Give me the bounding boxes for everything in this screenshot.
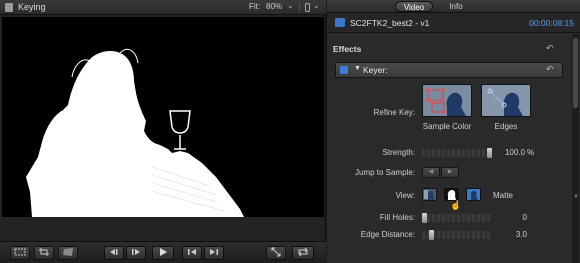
transport-bar [0, 241, 326, 263]
edge-distance-value[interactable]: 3.0 [497, 230, 527, 239]
inspector-scrollbar[interactable]: ▼ [572, 34, 579, 263]
edges-button[interactable] [481, 84, 531, 117]
switch-chevron-down-icon[interactable]: ⌄ [313, 1, 320, 10]
viewer-title-bar: Keying Fit: 80% ⌄ ⌄ [0, 0, 326, 15]
inspector-body: Effects ↶ ▼ Keyer: ↶ Refine Key: Sample … [327, 34, 571, 263]
view-label: View: [395, 191, 415, 200]
play-icon[interactable] [152, 246, 174, 260]
strength-slider[interactable] [422, 148, 492, 158]
scrollbar-thumb[interactable] [573, 38, 578, 108]
fullscreen-icon[interactable] [266, 246, 286, 260]
strength-slider-knob[interactable] [487, 148, 492, 158]
tab-info[interactable]: Info [441, 1, 471, 12]
keyer-effect-header[interactable]: ▼ Keyer: ↶ [335, 62, 563, 78]
viewer-overlay-icon[interactable] [10, 246, 30, 260]
mouse-cursor-icon: ☝ [450, 200, 462, 210]
sample-color-button[interactable] [422, 84, 472, 117]
edge-distance-label: Edge Distance: [360, 230, 415, 239]
inspector-panel: Video Info SC2FTK2_best2 - v1 00:00:08:1… [327, 0, 580, 263]
go-to-start-icon[interactable] [182, 246, 202, 260]
previous-frame-icon[interactable] [104, 246, 124, 260]
viewer-canvas[interactable] [2, 17, 324, 217]
keyer-reset-icon[interactable]: ↶ [546, 64, 554, 75]
sample-color-caption: Sample Color [422, 122, 472, 131]
refine-key-label: Refine Key: [373, 108, 415, 117]
edge-distance-slider[interactable] [422, 230, 492, 240]
disclosure-triangle-icon[interactable]: ▼ [354, 65, 361, 72]
clip-timecode: 00:00:08:15 [529, 18, 574, 28]
strength-label: Strength: [382, 148, 415, 157]
jump-next-sample-button[interactable]: ▶ [441, 167, 459, 178]
fill-holes-value[interactable]: 0 [497, 213, 527, 222]
inspector-tab-bar: Video Info [327, 0, 580, 13]
matte-image [2, 17, 324, 217]
loop-icon[interactable] [292, 246, 314, 260]
strength-unit: % [527, 148, 535, 157]
edges-caption: Edges [494, 122, 518, 131]
film-clip-icon [335, 18, 345, 27]
strength-value[interactable]: 100.0 [495, 148, 525, 157]
view-selected-label: Matte [493, 191, 514, 200]
divider [299, 3, 300, 12]
clip-name: SC2FTK2_best2 - v1 [350, 18, 430, 28]
fit-zoom-value[interactable]: 80% [266, 2, 282, 11]
fit-label: Fit: [249, 2, 261, 11]
document-icon [5, 3, 13, 12]
effects-reset-icon[interactable]: ↶ [546, 43, 554, 54]
jump-to-sample-label: Jump to Sample: [354, 168, 415, 177]
effects-heading: Effects [333, 44, 362, 54]
next-frame-icon[interactable] [126, 246, 146, 260]
fit-chevron-down-icon[interactable]: ⌄ [287, 1, 294, 10]
clip-header: SC2FTK2_best2 - v1 00:00:08:15 [327, 13, 580, 33]
scroll-down-icon[interactable]: ▼ [573, 194, 579, 200]
edge-distance-slider-knob[interactable] [429, 230, 434, 240]
view-composite-button[interactable] [422, 188, 437, 201]
crop-icon[interactable] [34, 246, 54, 260]
fill-holes-label: Fill Holes: [379, 213, 415, 222]
switch-icon[interactable] [305, 3, 310, 12]
sample-color-thumbnail-icon [423, 85, 471, 116]
fill-holes-slider[interactable] [422, 213, 492, 223]
viewer-panel: Keying Fit: 80% ⌄ ⌄ [0, 0, 326, 263]
jump-previous-sample-button[interactable]: ◀ [422, 167, 440, 178]
edges-thumbnail-icon [482, 85, 530, 116]
tab-video[interactable]: Video [395, 1, 433, 12]
view-original-button[interactable] [466, 188, 481, 201]
keyer-enable-checkbox[interactable] [340, 66, 348, 74]
go-to-end-icon[interactable] [204, 246, 224, 260]
distort-icon[interactable] [58, 246, 78, 260]
fill-holes-slider-knob[interactable] [422, 213, 427, 223]
keyer-label: Keyer: [363, 65, 388, 75]
viewer-title: Keying [18, 2, 46, 12]
